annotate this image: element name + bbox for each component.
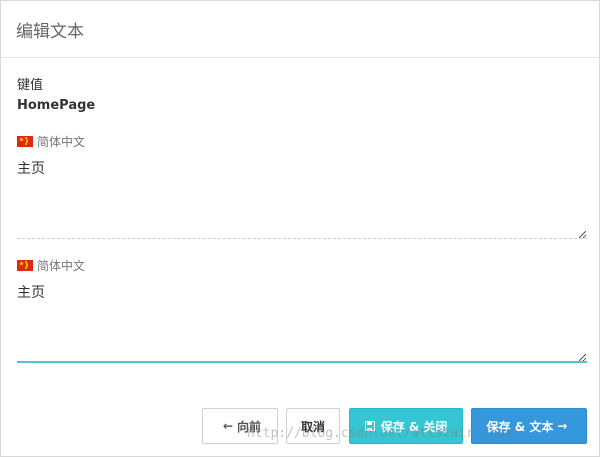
translation-textarea-1[interactable] <box>17 159 587 239</box>
language-name: 简体中文 <box>37 259 86 273</box>
language-name: 简体中文 <box>37 135 86 149</box>
save-close-button-label: 保存 & 关闭 <box>380 419 448 434</box>
translation-textarea-2[interactable] <box>17 283 587 363</box>
key-value: HomePage <box>17 98 96 113</box>
previous-button-label: 向前 <box>237 419 262 434</box>
previous-button[interactable]: ← 向前 <box>202 408 278 444</box>
save-text-button[interactable]: 保存 & 文本 → <box>471 408 587 444</box>
dialog-title: 编辑文本 <box>16 21 84 42</box>
arrow-right-icon: → <box>557 419 568 433</box>
save-close-button[interactable]: 保存 & 关闭 <box>349 408 463 444</box>
save-disk-icon <box>364 421 375 431</box>
language-label-2: 简体中文 <box>17 257 85 274</box>
arrow-left-icon: ← <box>222 419 234 433</box>
language-label-1: 简体中文 <box>17 133 85 150</box>
dialog-header: 编辑文本 <box>1 1 599 58</box>
cancel-button[interactable]: 取消 <box>286 408 340 444</box>
cancel-button-label: 取消 <box>300 419 325 434</box>
key-label: 键值 <box>17 78 44 93</box>
resize-handle-icon[interactable] <box>579 231 586 238</box>
save-text-button-label: 保存 & 文本 <box>486 419 554 434</box>
china-flag-icon <box>17 260 33 271</box>
edit-text-dialog: 编辑文本 键值 HomePage 简体中文 简体中文 ← 向前 <box>0 0 600 457</box>
resize-handle-icon[interactable] <box>579 354 586 361</box>
china-flag-icon <box>17 136 33 147</box>
